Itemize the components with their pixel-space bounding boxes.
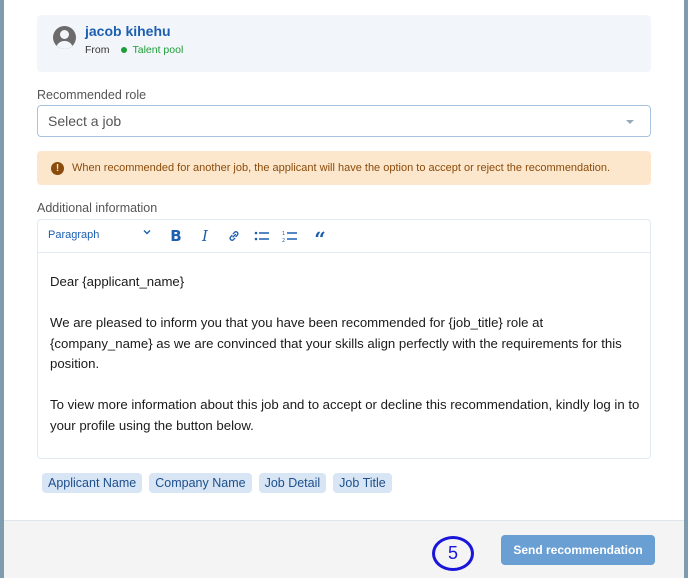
caret-down-icon [626, 120, 634, 124]
link-icon [229, 231, 239, 241]
status-dot-icon [120, 47, 127, 53]
job-select-placeholder: Select a job [48, 113, 122, 129]
tag-applicant-name[interactable]: Applicant Name [42, 473, 143, 493]
editor-paragraph: We are pleased to inform you that you ha… [50, 315, 622, 371]
chevron-down-icon[interactable] [142, 227, 152, 240]
step-number-badge: 5 [432, 536, 474, 571]
tag-job-title[interactable]: Job Title [333, 473, 392, 493]
svg-text:2: 2 [282, 238, 285, 243]
modal-footer: 5 Send recommendation [4, 520, 684, 578]
warning-banner: ! When recommended for another job, the … [37, 151, 651, 185]
bulleted-list-icon [254, 231, 269, 241]
link-button[interactable] [224, 226, 244, 246]
block-format-dropdown[interactable]: Paragraph [48, 229, 99, 241]
tag-job-detail[interactable]: Job Detail [258, 473, 327, 493]
job-select[interactable]: Select a job [37, 105, 651, 137]
bulleted-list-button[interactable] [252, 226, 272, 246]
warning-text: When recommended for another job, the ap… [72, 162, 611, 174]
italic-button[interactable]: I [195, 226, 215, 246]
additional-info-label: Additional information [37, 201, 158, 215]
backdrop-overlay-right [684, 0, 688, 578]
editor-paragraph: Dear {applicant_name} [50, 274, 185, 289]
editor-paragraph: To view more information about this job … [50, 397, 640, 433]
from-label: From [85, 44, 110, 56]
tag-company-name[interactable]: Company Name [149, 473, 252, 493]
send-recommendation-button[interactable]: Send recommendation [501, 535, 655, 565]
candidate-source: From Talent pool [85, 44, 183, 56]
svg-text:1: 1 [282, 231, 285, 237]
editor-content[interactable]: Dear {applicant_name} We are pleased to … [50, 272, 640, 457]
numbered-list-icon: 12 [282, 231, 297, 244]
bold-button[interactable]: B [166, 226, 186, 246]
recommended-role-label: Recommended role [37, 88, 147, 102]
numbered-list-button[interactable]: 12 [280, 226, 300, 246]
rich-text-editor[interactable]: Paragraph B I 12 “ Dear {applicant_name}… [37, 219, 651, 459]
placeholder-tags: Applicant Name Company Name Job Detail J… [42, 473, 392, 493]
recommend-modal: jacob kihehu From Talent pool Recommende… [4, 0, 684, 578]
editor-toolbar: Paragraph B I 12 “ [38, 220, 650, 253]
avatar-icon [53, 26, 76, 49]
blockquote-button[interactable]: “ [310, 226, 330, 251]
source-label: Talent pool [132, 44, 184, 56]
candidate-name[interactable]: jacob kihehu [85, 23, 171, 39]
exclamation-icon: ! [51, 161, 64, 175]
candidate-card: jacob kihehu From Talent pool [37, 15, 651, 72]
